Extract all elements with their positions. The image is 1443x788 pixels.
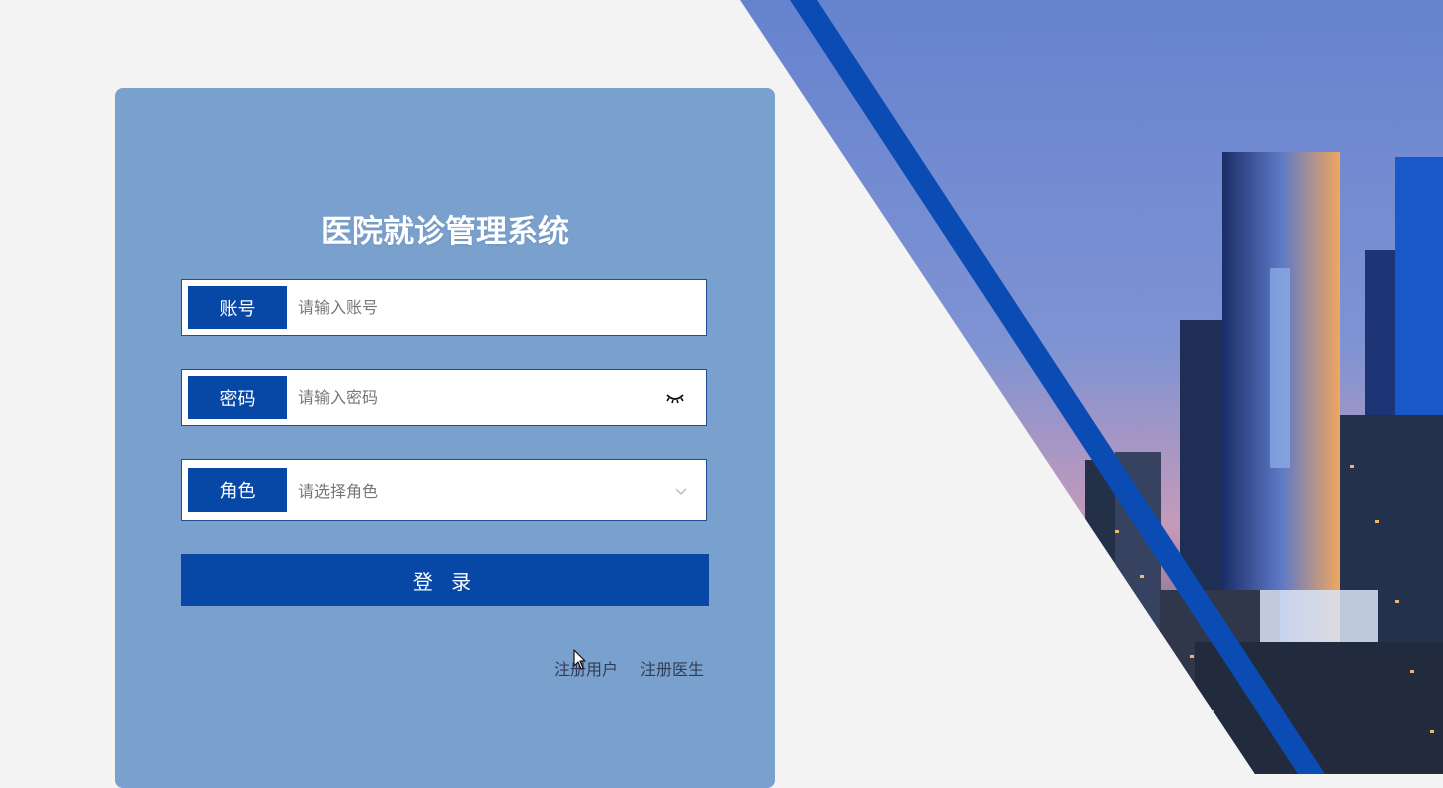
register-user-link[interactable]: 注册用户 [554,656,618,680]
chevron-down-icon[interactable] [674,484,688,498]
password-label: 密码 [188,376,287,419]
login-button[interactable]: 登 录 [181,554,709,606]
account-input[interactable] [298,280,658,335]
account-field: 账号 [181,279,707,336]
role-label: 角色 [188,468,287,512]
role-field[interactable]: 角色 请选择角色 [181,459,707,521]
login-card: 医院就诊管理系统 账号 密码 角色 请选择角色 登 录 注册用户 注册医生 [115,88,775,788]
account-label: 账号 [188,286,287,329]
password-input[interactable] [298,370,658,425]
register-links: 注册用户 注册医生 [554,656,704,680]
role-select[interactable]: 请选择角色 [298,460,658,520]
eye-closed-icon[interactable] [664,390,686,406]
page-title: 医院就诊管理系统 [321,214,569,250]
password-field: 密码 [181,369,707,426]
register-doctor-link[interactable]: 注册医生 [640,656,704,680]
